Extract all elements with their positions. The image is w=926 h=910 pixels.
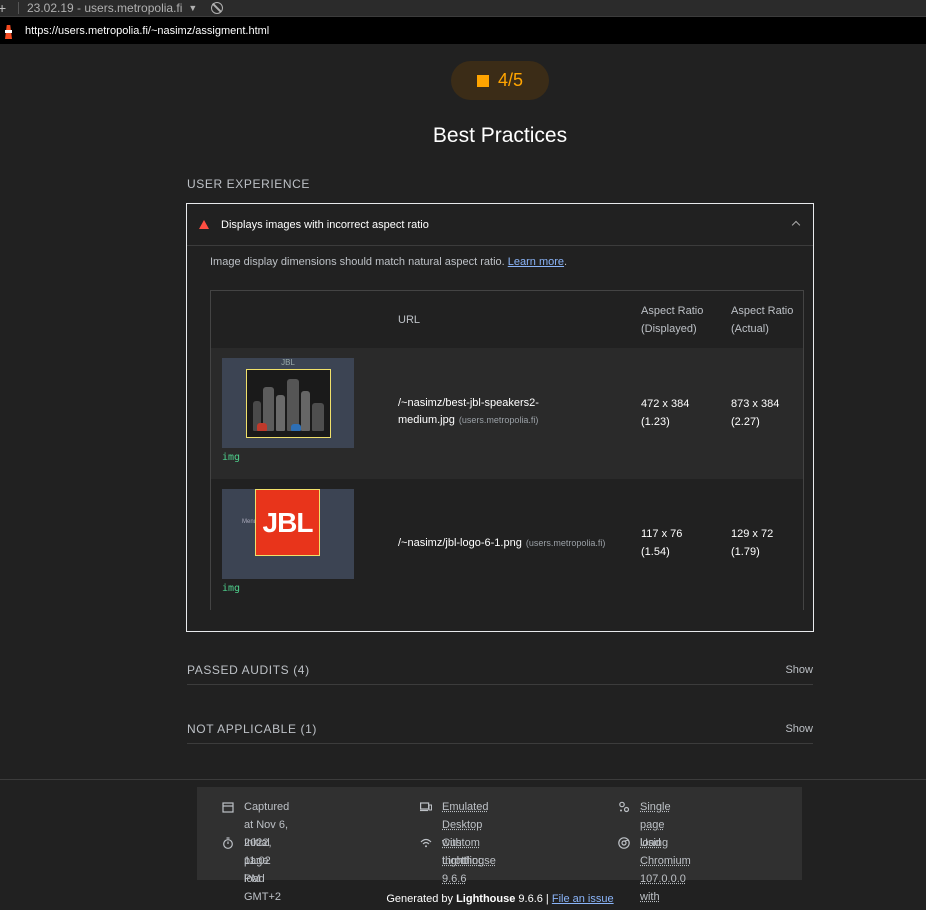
average-score-icon: [477, 75, 489, 87]
actual-ratio: (1.79): [731, 546, 760, 558]
report-selector[interactable]: 23.02.19 - users.metropolia.fi: [27, 1, 182, 15]
displayed-ratio: (1.54): [641, 546, 670, 558]
displayed-dims: 117 x 76: [641, 528, 682, 540]
lighthouse-name: Lighthouse: [456, 893, 515, 905]
column-url: URL: [398, 311, 420, 329]
table-row: Menu JBL img /~nasimz/jbl-logo-6-1.png (u…: [211, 479, 803, 610]
category-title-text: Best Practices: [433, 124, 567, 147]
jbl-logo-image: JBL: [255, 489, 320, 556]
throttling-text: Custom throttling: [442, 834, 484, 870]
generated-by-text: Generated by: [386, 893, 456, 905]
url-text: /~nasimz/jbl-logo-6-1.png: [398, 537, 522, 549]
dropdown-caret-icon[interactable]: ▼: [188, 3, 197, 13]
page-url[interactable]: https://users.metropolia.fi/~nasimz/assi…: [25, 25, 269, 37]
logo-text: JBL: [263, 507, 313, 539]
score-value: 4/5: [498, 70, 523, 91]
url-host: (users.metropolia.fi): [459, 415, 539, 425]
actual-dims: 129 x 72: [731, 528, 773, 540]
calendar-icon: [222, 801, 234, 813]
stopwatch-icon: [222, 837, 234, 849]
passed-audits-show-button[interactable]: Show: [785, 664, 813, 676]
url-cell: /~nasimz/best-jbl-speakers2- medium.jpg (…: [398, 395, 618, 429]
not-applicable-title: NOT APPLICABLE (1): [187, 722, 317, 736]
file-issue-link[interactable]: File an issue: [552, 893, 614, 905]
column-actual-line1: Aspect Ratio: [731, 305, 793, 317]
category-title: Best Practices: [0, 124, 926, 148]
passed-audits-title: PASSED AUDITS (4): [187, 663, 310, 677]
clear-reports-icon[interactable]: [211, 2, 223, 14]
new-tab-icon[interactable]: +: [0, 2, 10, 14]
score-badge: 4/5: [451, 61, 549, 100]
fail-triangle-icon: [199, 220, 209, 229]
element-screenshot[interactable]: Menu JBL: [222, 489, 354, 579]
displayed-ratio-cell: 472 x 384 (1.23): [641, 395, 689, 431]
displayed-ratio: (1.23): [641, 416, 670, 428]
lighthouse-logo-icon: [3, 22, 13, 39]
audit-image-aspect-ratio: Displays images with incorrect aspect ra…: [186, 203, 814, 632]
actual-ratio: (2.27): [731, 416, 760, 428]
audit-description: Image display dimensions should match na…: [210, 256, 567, 268]
url-cell: /~nasimz/jbl-logo-6-1.png (users.metropol…: [398, 535, 628, 552]
description-text: Image display dimensions should match na…: [210, 256, 505, 268]
displayed-dims: 472 x 384: [641, 398, 689, 410]
column-displayed-line2: (Displayed): [641, 323, 697, 335]
url-bar: https://users.metropolia.fi/~nasimz/assi…: [0, 17, 926, 44]
period: .: [564, 256, 567, 268]
runtime-settings: Captured at Nov 6, 2022, 11:02 PM GMT+2 I…: [197, 787, 802, 880]
not-applicable-section[interactable]: NOT APPLICABLE (1) Show: [187, 722, 813, 744]
audit-header[interactable]: Displays images with incorrect aspect ra…: [187, 204, 813, 246]
chevron-up-icon[interactable]: [792, 221, 800, 229]
column-displayed: Aspect Ratio (Displayed): [641, 302, 703, 338]
actual-ratio-cell: 873 x 384 (2.27): [731, 395, 779, 431]
column-displayed-line1: Aspect Ratio: [641, 305, 703, 317]
url-host: (users.metropolia.fi): [526, 538, 606, 548]
url-text-cont: medium.jpg: [398, 414, 455, 426]
initial-load-text: Initial page load: [244, 834, 270, 888]
single-load-icon: [618, 801, 630, 813]
column-actual-line2: (Actual): [731, 323, 769, 335]
version-text: 9.6.6 |: [515, 893, 552, 905]
wifi-icon: [420, 837, 432, 849]
audit-title: Displays images with incorrect aspect ra…: [221, 219, 429, 231]
passed-audits-section[interactable]: PASSED AUDITS (4) Show: [187, 663, 813, 685]
divider: [18, 2, 19, 14]
displayed-ratio-cell: 117 x 76 (1.54): [641, 525, 682, 561]
group-title: USER EXPERIENCE: [187, 177, 310, 191]
devices-icon: [420, 801, 432, 813]
devtools-topbar: + 23.02.19 - users.metropolia.fi ▼: [0, 0, 926, 17]
footer-divider: [0, 779, 926, 780]
actual-dims: 873 x 384: [731, 398, 779, 410]
element-screenshot[interactable]: JBL: [222, 358, 354, 448]
table-header: URL Aspect Ratio (Displayed) Aspect Rati…: [211, 291, 803, 348]
highlighted-image-box: [246, 369, 331, 438]
chrome-icon: [618, 837, 630, 849]
learn-more-link[interactable]: Learn more: [508, 256, 564, 268]
report-footer: Generated by Lighthouse 9.6.6 | File an …: [0, 893, 926, 905]
not-applicable-show-button[interactable]: Show: [785, 723, 813, 735]
node-label[interactable]: img: [222, 583, 240, 594]
node-label[interactable]: img: [222, 452, 240, 463]
column-actual: Aspect Ratio (Actual): [731, 302, 793, 338]
thumb-caption: JBL: [222, 358, 354, 367]
url-text: /~nasimz/best-jbl-speakers2-: [398, 397, 539, 409]
details-table: URL Aspect Ratio (Displayed) Aspect Rati…: [210, 290, 804, 610]
actual-ratio-cell: 129 x 72 (1.79): [731, 525, 773, 561]
table-row: JBL img /~nasimz/best-jbl-speakers2- med…: [211, 348, 803, 479]
